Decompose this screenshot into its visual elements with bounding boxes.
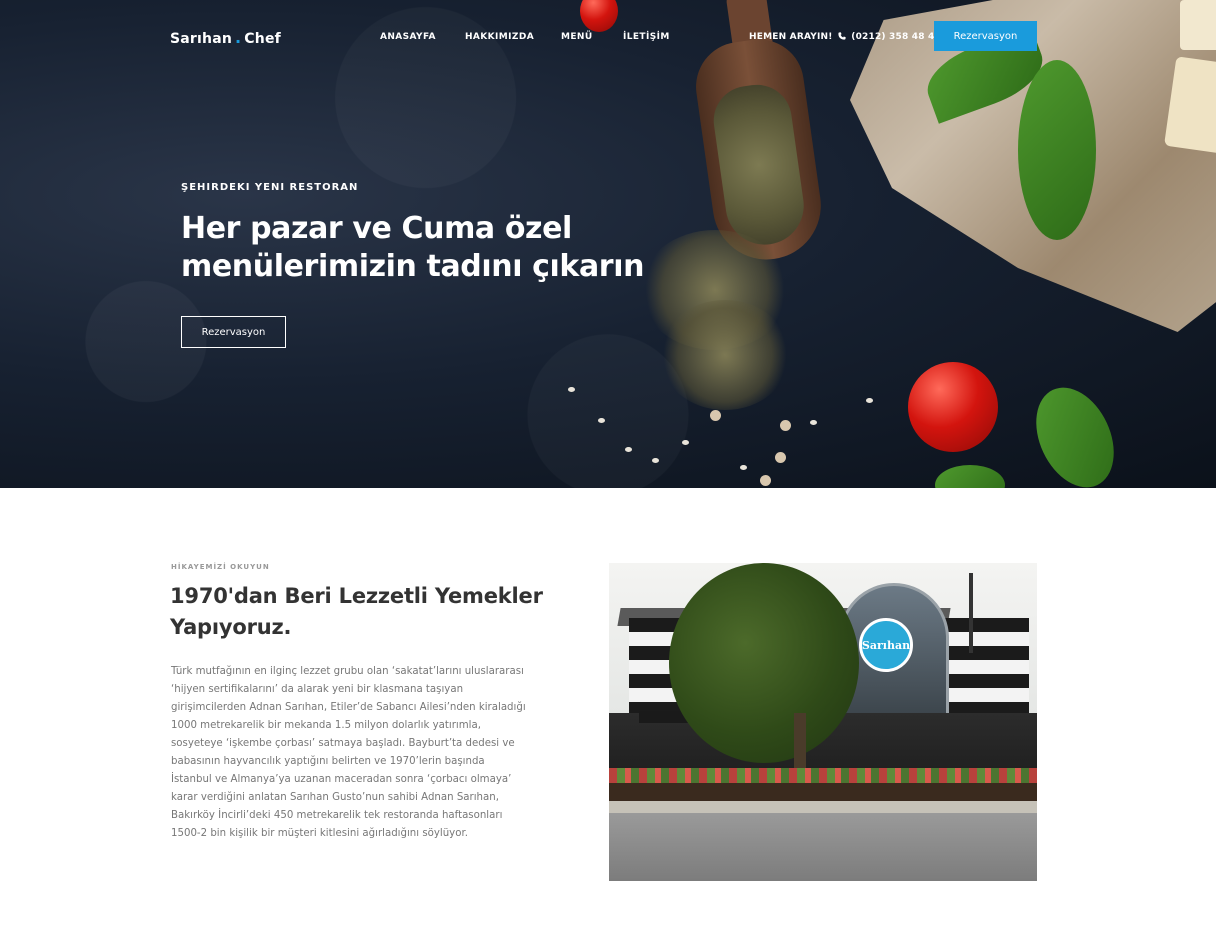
rice-grain xyxy=(568,387,575,392)
story-kicker: HİKAYEMİZİ OKUYUN xyxy=(171,563,270,571)
hero-title-line1: Her pazar ve Cuma özel xyxy=(181,211,572,246)
rice-grain xyxy=(625,447,632,452)
nav-item-iletisim[interactable]: İLETİŞİM xyxy=(623,32,670,42)
hero-title-line2: menülerimizin tadını çıkarın xyxy=(181,249,645,284)
herb-pile xyxy=(660,300,790,410)
peppercorn xyxy=(775,452,786,463)
brand-name-first: Sarıhan xyxy=(170,31,233,47)
hero-section: Sarıhan. Chef ANASAYFA HAKKIMIZDA MENÜ İL… xyxy=(0,0,1216,488)
story-body-text: Türk mutfağının en ilginç lezzet grubu o… xyxy=(171,666,526,839)
call-label: HEMEN ARAYIN! xyxy=(749,32,833,42)
nav-item-menu[interactable]: MENÜ xyxy=(561,32,593,42)
photo-planters xyxy=(609,783,1037,801)
nav-item-hakkimizda[interactable]: HAKKIMIZDA xyxy=(465,32,534,42)
nav-item-anasayfa[interactable]: ANASAYFA xyxy=(380,32,436,42)
rice-grain xyxy=(740,465,747,470)
call-info: HEMEN ARAYIN! (0212) 358 48 48 xyxy=(749,32,941,42)
brand-name-second: Chef xyxy=(244,31,281,47)
photo-lamp-post xyxy=(969,573,973,653)
brand-dot: . xyxy=(235,28,242,47)
phone-number-link[interactable]: (0212) 358 48 48 xyxy=(851,32,941,42)
peppercorn xyxy=(710,410,721,421)
story-title-line2: Yapıyoruz. xyxy=(170,615,292,639)
rice-grain xyxy=(652,458,659,463)
story-title-line1: 1970'dan Beri Lezzetli Yemekler xyxy=(170,584,543,608)
tomato-decoration xyxy=(908,362,998,452)
restaurant-sign: Sarıhan xyxy=(859,618,913,672)
photo-road xyxy=(609,813,1037,881)
basil-leaf-decoration xyxy=(1018,60,1096,240)
top-navigation: Sarıhan. Chef ANASAYFA HAKKIMIZDA MENÜ İL… xyxy=(0,0,1216,74)
rice-grain xyxy=(682,440,689,445)
hero-reservation-button[interactable]: Rezervasyon xyxy=(181,316,286,348)
hero-kicker: ŞEHIRDEKI YENI RESTORAN xyxy=(181,182,359,193)
photo-sidewalk xyxy=(609,801,1037,813)
rice-grain xyxy=(866,398,873,403)
hero-title: Her pazar ve Cuma özel menülerimizin tad… xyxy=(181,210,701,286)
photo-tree xyxy=(669,563,859,763)
reservation-button[interactable]: Rezervasyon xyxy=(934,21,1037,51)
phone-icon xyxy=(838,32,846,40)
peppercorn xyxy=(760,475,771,486)
rice-grain xyxy=(598,418,605,423)
restaurant-photo: Sarıhan xyxy=(609,563,1037,881)
rice-grain xyxy=(810,420,817,425)
peppercorn xyxy=(780,420,791,431)
brand-logo[interactable]: Sarıhan. Chef xyxy=(170,28,281,47)
story-title: 1970'dan Beri Lezzetli Yemekler Yapıyoru… xyxy=(170,581,550,643)
